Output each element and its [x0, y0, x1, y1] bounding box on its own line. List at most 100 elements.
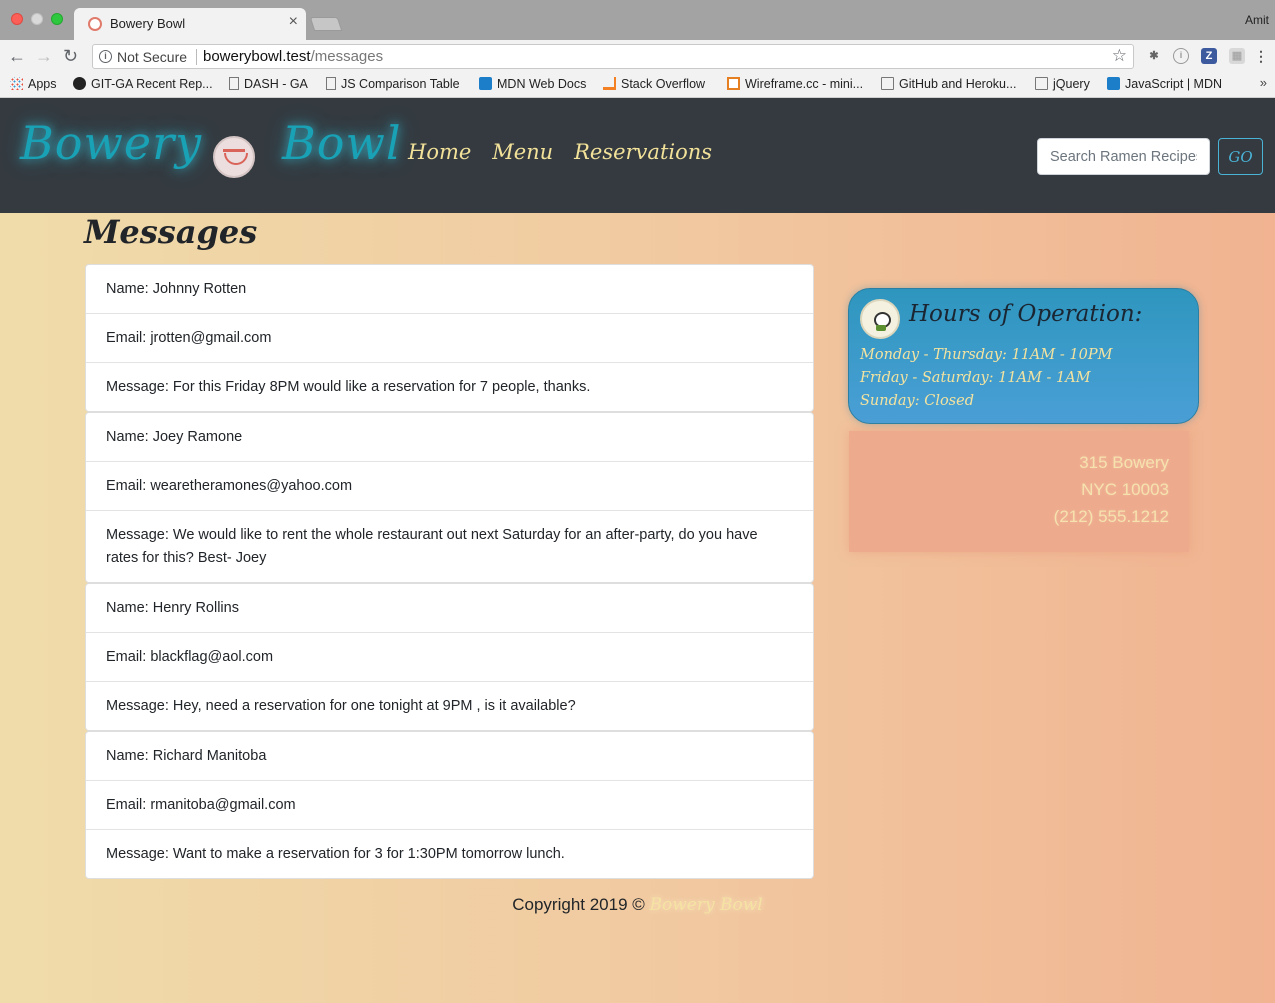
message-email: Email: rmanitoba@gmail.com	[86, 781, 813, 830]
message-email: Email: blackflag@aol.com	[86, 633, 813, 682]
site-navbar: Bowery Bowl Home Menu Reservations GO	[0, 98, 1275, 213]
url-text: bowerybowl.test/messages	[203, 48, 383, 65]
wireframe-icon	[727, 77, 740, 90]
grid-extension-icon[interactable]: ▦	[1229, 48, 1245, 64]
address-phone: (212) 555.1212	[1053, 507, 1169, 526]
address-box: 315 Bowery NYC 10003 (212) 555.1212	[849, 431, 1189, 552]
close-icon[interactable]: ×	[289, 13, 298, 31]
nav-links: Home Menu Reservations	[408, 140, 729, 164]
message-card: Name: Henry Rollins Email: blackflag@aol…	[85, 583, 814, 731]
forward-arrow-icon[interactable]: →	[35, 44, 53, 68]
bookmark-label: DASH - GA	[244, 77, 308, 91]
search-input[interactable]	[1037, 138, 1210, 175]
back-arrow-icon[interactable]: ←	[8, 44, 26, 68]
info-icon[interactable]: i	[99, 50, 112, 63]
bookmark-label: Apps	[28, 77, 57, 91]
message-email: Email: wearetheramones@yahoo.com	[86, 462, 813, 511]
search-go-button[interactable]: GO	[1218, 138, 1263, 175]
message-card: Name: Joey Ramone Email: wearetheramones…	[85, 412, 814, 583]
hours-of-operation-card: Hours of Operation: Monday - Thursday: 1…	[848, 288, 1199, 424]
folder-icon	[1035, 77, 1048, 90]
browser-tab-active[interactable]: Bowery Bowl ×	[74, 8, 306, 40]
message-body: Message: Hey, need a reservation for one…	[106, 698, 576, 714]
address-bar[interactable]: i Not Secure bowerybowl.test/messages ☆	[92, 44, 1134, 69]
reload-icon[interactable]: ↻	[63, 44, 78, 68]
page-title: Messages	[84, 213, 258, 251]
bookmark-github-heroku[interactable]: GitHub and Heroku...	[881, 77, 1016, 91]
bookmark-apps[interactable]: Apps	[10, 77, 57, 91]
mdn-icon	[1107, 77, 1120, 90]
ramen-favicon-icon	[88, 17, 102, 31]
bookmarks-bar: Apps GIT-GA Recent Rep... DASH - GA JS C…	[0, 72, 1275, 98]
url-host: bowerybowl.test	[203, 48, 311, 65]
panda-icon	[860, 299, 900, 339]
bookmark-label: JS Comparison Table	[341, 77, 460, 91]
message-name: Name: Joey Ramone	[86, 413, 813, 462]
nav-home[interactable]: Home	[408, 140, 471, 164]
extension-circle-icon[interactable]: i	[1173, 48, 1189, 64]
bookmark-dash-ga[interactable]: DASH - GA	[229, 77, 308, 91]
menu-kebab-icon[interactable]: ⋮	[1253, 48, 1269, 64]
bookmark-label: Wireframe.cc - mini...	[745, 77, 864, 91]
bookmark-label: JavaScript | MDN	[1125, 77, 1223, 91]
page-icon	[229, 77, 239, 90]
browser-toolbar: ← → ↻ i Not Secure bowerybowl.test/messa…	[0, 40, 1275, 72]
bookmark-label: GitHub and Heroku...	[899, 77, 1017, 91]
footer-brand: Bowery Bowl	[649, 895, 763, 915]
security-label: Not Secure	[117, 49, 188, 65]
bookmark-wireframe[interactable]: Wireframe.cc - mini...	[727, 77, 863, 91]
tab-title: Bowery Bowl	[110, 16, 186, 31]
bookmark-mdn-web-docs[interactable]: MDN Web Docs	[479, 77, 586, 91]
bookmark-label: MDN Web Docs	[497, 77, 587, 91]
bookmark-label: Stack Overflow	[621, 77, 706, 91]
stack-overflow-icon	[603, 77, 616, 90]
message-name: Name: Richard Manitoba	[86, 732, 813, 781]
close-window-button[interactable]	[11, 13, 23, 25]
message-body: Message: We would like to rent the whole…	[106, 527, 758, 566]
message-body: Message: For this Friday 8PM would like …	[106, 379, 591, 395]
message-card: Name: Richard Manitoba Email: rmanitoba@…	[85, 731, 814, 879]
folder-icon	[881, 77, 894, 90]
footer: Copyright 2019 © Bowery Bowl	[0, 895, 1275, 915]
apps-grid-icon	[10, 77, 23, 90]
bookmark-jquery[interactable]: jQuery	[1035, 77, 1090, 91]
new-tab-button[interactable]	[309, 17, 343, 31]
messages-list: Name: Johnny Rotten Email: jrotten@gmail…	[85, 264, 814, 879]
bookmark-stack-overflow[interactable]: Stack Overflow	[603, 77, 705, 91]
hours-line: Friday - Saturday: 11AM - 1AM	[860, 370, 1091, 386]
profile-name[interactable]: Amit	[1245, 13, 1269, 27]
minimize-window-button[interactable]	[31, 13, 43, 25]
hours-title: Hours of Operation:	[909, 301, 1143, 327]
z-extension-icon[interactable]: Z	[1201, 48, 1217, 64]
url-path: /messages	[310, 48, 384, 65]
page-icon	[326, 77, 336, 90]
maximize-window-button[interactable]	[51, 13, 63, 25]
ramen-bowl-icon	[213, 136, 255, 178]
message-name: Name: Johnny Rotten	[86, 265, 813, 314]
bug-extension-icon[interactable]: ✱	[1146, 48, 1162, 64]
more-bookmarks-chevron-icon[interactable]: »	[1260, 75, 1267, 90]
mdn-icon	[479, 77, 492, 90]
bookmark-git-ga[interactable]: GIT-GA Recent Rep...	[73, 77, 213, 91]
brand-word-2: Bowl	[282, 116, 402, 170]
copyright-text: Copyright 2019 ©	[512, 895, 650, 914]
bookmark-star-icon[interactable]: ☆	[1112, 46, 1127, 66]
message-name: Name: Henry Rollins	[86, 584, 813, 633]
address-street: 315 Bowery	[1079, 453, 1169, 472]
hours-line: Sunday: Closed	[860, 393, 974, 409]
message-body: Message: Want to make a reservation for …	[106, 846, 565, 862]
nav-reservations[interactable]: Reservations	[574, 140, 712, 164]
message-card: Name: Johnny Rotten Email: jrotten@gmail…	[85, 264, 814, 412]
browser-titlebar: Bowery Bowl × Amit	[0, 0, 1275, 40]
bookmark-label: GIT-GA Recent Rep...	[91, 77, 213, 91]
message-email: Email: jrotten@gmail.com	[86, 314, 813, 363]
hours-line: Monday - Thursday: 11AM - 10PM	[860, 347, 1113, 363]
brand-word-1: Bowery	[20, 116, 203, 170]
bookmark-javascript-mdn[interactable]: JavaScript | MDN	[1107, 77, 1222, 91]
page-content: Bowery Bowl Home Menu Reservations GO Me…	[0, 98, 1275, 1003]
bookmark-js-comparison[interactable]: JS Comparison Table	[326, 77, 460, 91]
bookmark-label: jQuery	[1053, 77, 1090, 91]
github-icon	[73, 77, 86, 90]
nav-menu[interactable]: Menu	[492, 140, 553, 164]
url-divider	[196, 49, 197, 65]
